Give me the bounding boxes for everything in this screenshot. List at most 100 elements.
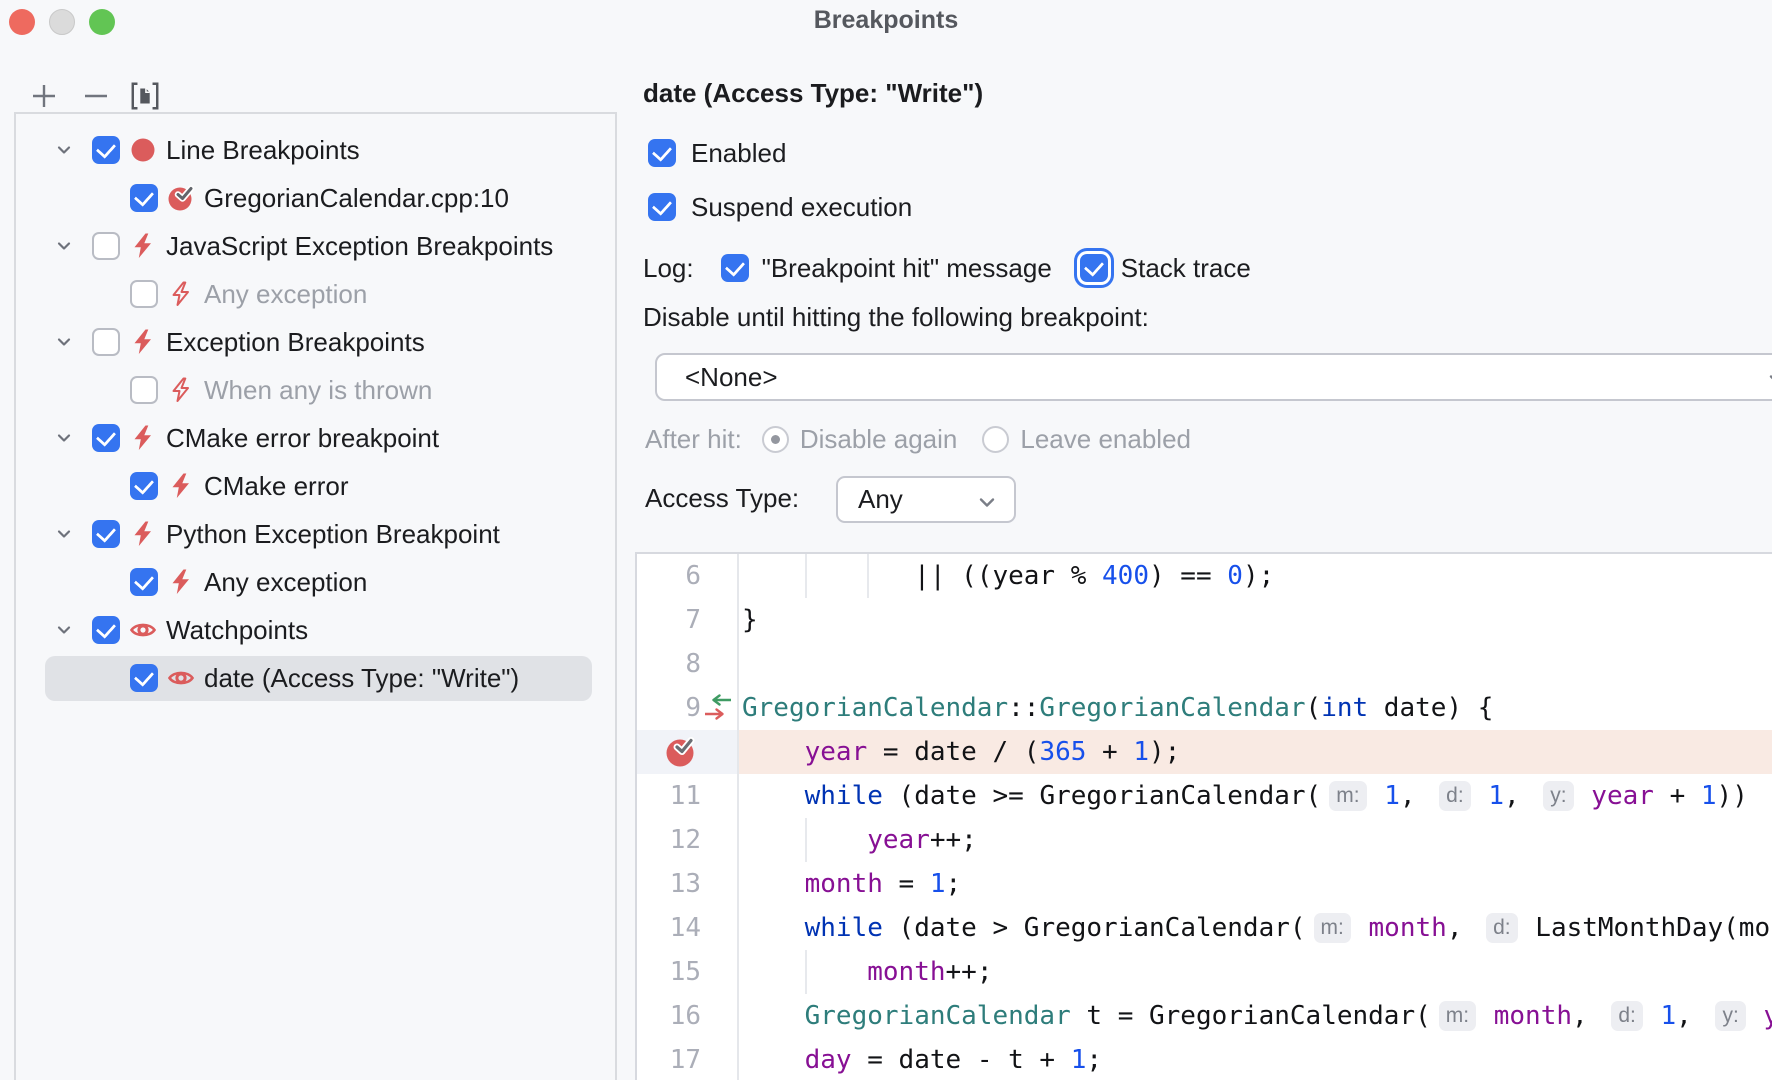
tree-item-checkbox[interactable] — [130, 472, 158, 500]
log-message-checkbox[interactable] — [721, 254, 749, 282]
remove-breakpoint-button[interactable] — [80, 80, 112, 112]
chevron-down-icon[interactable] — [52, 234, 76, 258]
tree-item-checkbox[interactable] — [92, 520, 120, 548]
chevron-down-icon[interactable] — [52, 426, 76, 450]
after-hit-row: After hit: Disable again Leave enabled — [645, 424, 1191, 454]
code-line: day = date - t + 1; — [742, 1038, 1102, 1080]
tree-item-label: CMake error — [204, 471, 348, 502]
inlay-hint: d: — [1439, 781, 1471, 811]
window-title: Breakpoints — [0, 6, 1772, 35]
code-line: GregorianCalendar t = GregorianCalendar(… — [742, 994, 1772, 1038]
bolt-outline-icon — [167, 376, 195, 404]
line-number: 15 — [637, 950, 701, 994]
disable-until-label: Disable until hitting the following brea… — [643, 302, 1149, 333]
execution-arrows-icon — [703, 694, 733, 729]
tree-item-label: Line Breakpoints — [166, 135, 360, 166]
tree-item-checkbox[interactable] — [92, 424, 120, 452]
group-by-file-icon — [129, 80, 161, 112]
tree-row[interactable]: CMake error — [16, 462, 615, 510]
code-line: year = date / (365 + 1); — [742, 730, 1180, 774]
tree-item-checkbox[interactable] — [92, 232, 120, 260]
stack-trace-label: Stack trace — [1121, 253, 1251, 284]
tree-item-label: date (Access Type: "Write") — [204, 663, 519, 694]
suspend-checkbox[interactable] — [648, 193, 676, 221]
tree-item-checkbox[interactable] — [92, 328, 120, 356]
disable-until-combobox[interactable]: <None> — [655, 353, 1772, 401]
plus-icon — [29, 81, 59, 111]
code-line: while (date > GregorianCalendar(m: month… — [742, 906, 1772, 950]
bolt-outline-icon — [167, 280, 195, 308]
chevron-down-icon — [974, 489, 1000, 515]
tree-row[interactable]: date (Access Type: "Write") — [16, 654, 615, 702]
breakpoint-gutter-icon[interactable] — [665, 736, 697, 775]
tree-row[interactable]: When any is thrown — [16, 366, 615, 414]
enabled-checkbox[interactable] — [648, 139, 676, 167]
inlay-hint: y: — [1715, 1001, 1745, 1031]
chevron-down-icon[interactable] — [52, 618, 76, 642]
disable-again-radio — [762, 426, 789, 453]
tree-item-checkbox[interactable] — [130, 664, 158, 692]
log-message-label: "Breakpoint hit" message — [762, 253, 1052, 284]
chevron-down-icon[interactable] — [52, 330, 76, 354]
tree-row[interactable]: GregorianCalendar.cpp:10 — [16, 174, 615, 222]
suspend-label: Suspend execution — [691, 192, 912, 223]
circle-check-icon — [167, 184, 195, 212]
tree-row[interactable]: Any exception — [16, 270, 615, 318]
code-line: || ((year % 400) == 0); — [742, 554, 1274, 598]
enabled-row: Enabled — [648, 137, 786, 169]
tree-item-checkbox[interactable] — [130, 280, 158, 308]
bolt-icon — [129, 424, 157, 452]
line-number: 17 — [637, 1038, 701, 1080]
code-line: } — [742, 598, 758, 642]
log-label: Log: — [643, 253, 694, 284]
tree-item-label: CMake error breakpoint — [166, 423, 439, 454]
breakpoints-tree: Line Breakpoints GregorianCalendar.cpp:10… — [14, 112, 617, 1080]
eye-icon — [129, 616, 157, 644]
tree-item-checkbox[interactable] — [92, 616, 120, 644]
chevron-down-icon[interactable] — [52, 138, 76, 162]
tree-row[interactable]: Line Breakpoints — [16, 126, 615, 174]
line-number: 8 — [637, 642, 701, 686]
line-number: 6 — [637, 554, 701, 598]
bolt-icon — [129, 232, 157, 260]
group-by-file-button[interactable] — [129, 80, 161, 112]
access-type-label: Access Type: — [645, 483, 799, 514]
tree-row[interactable]: JavaScript Exception Breakpoints — [16, 222, 615, 270]
line-number: 16 — [637, 994, 701, 1038]
chevron-down-icon[interactable] — [52, 522, 76, 546]
tree-row[interactable]: Any exception — [16, 558, 615, 606]
gutter-separator — [737, 554, 739, 1080]
chevron-down-icon — [1765, 367, 1772, 391]
tree-item-checkbox[interactable] — [130, 184, 158, 212]
tree-item-checkbox[interactable] — [92, 136, 120, 164]
tree-item-checkbox[interactable] — [130, 568, 158, 596]
stack-trace-checkbox[interactable] — [1080, 254, 1108, 282]
tree-item-label: GregorianCalendar.cpp:10 — [204, 183, 509, 214]
tree-row[interactable]: Exception Breakpoints — [16, 318, 615, 366]
tree-row[interactable]: CMake error breakpoint — [16, 414, 615, 462]
inlay-hint: m: — [1329, 781, 1366, 811]
tree-item-label: Python Exception Breakpoint — [166, 519, 500, 550]
tree-item-label: Any exception — [204, 279, 367, 310]
inlay-hint: d: — [1486, 913, 1518, 943]
line-number: 9 — [637, 686, 701, 730]
add-breakpoint-button[interactable] — [28, 80, 60, 112]
tree-row[interactable]: Watchpoints — [16, 606, 615, 654]
code-line: GregorianCalendar::GregorianCalendar(int… — [742, 686, 1493, 730]
tree-item-label: Watchpoints — [166, 615, 308, 646]
bolt-icon — [167, 472, 195, 500]
bolt-icon — [167, 568, 195, 596]
disable-again-label: Disable again — [800, 424, 958, 455]
code-line: while (date >= GregorianCalendar(m: 1, d… — [742, 774, 1748, 818]
tree-row[interactable]: Python Exception Breakpoint — [16, 510, 615, 558]
eye-icon — [167, 664, 195, 692]
line-number: 11 — [637, 774, 701, 818]
line-number: 12 — [637, 818, 701, 862]
disable-until-value: <None> — [685, 362, 778, 393]
leave-enabled-label: Leave enabled — [1020, 424, 1191, 455]
access-type-select[interactable]: Any — [836, 476, 1016, 523]
tree-item-checkbox[interactable] — [130, 376, 158, 404]
leave-enabled-radio — [982, 426, 1009, 453]
line-number: 7 — [637, 598, 701, 642]
code-line: month++; — [742, 950, 992, 994]
